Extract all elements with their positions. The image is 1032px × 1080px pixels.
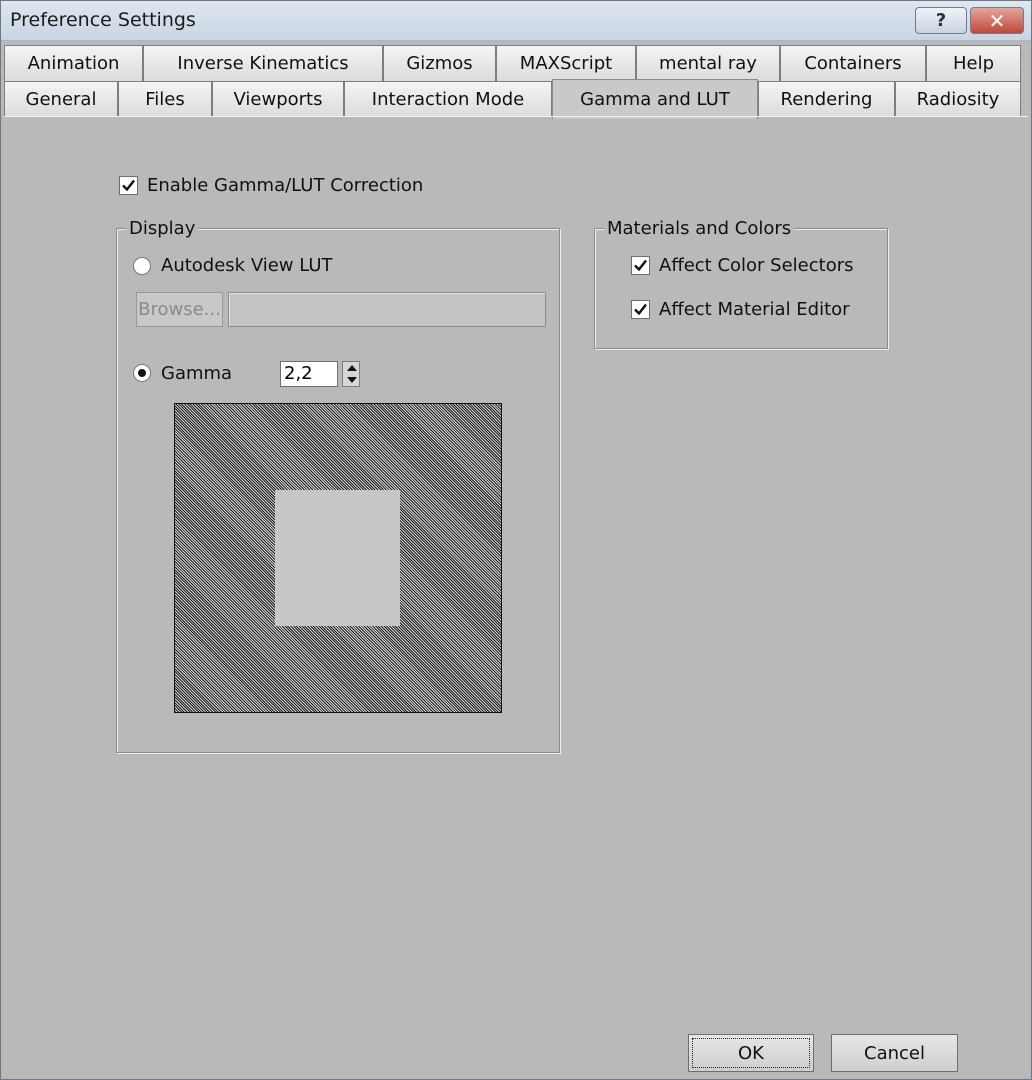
materials-colors-legend: Materials and Colors [604,218,795,239]
tab-viewports[interactable]: Viewports [212,81,344,117]
tab-inverse-kinematics[interactable]: Inverse Kinematics [143,45,383,81]
checkmark-icon [634,259,647,272]
tab-gizmos[interactable]: Gizmos [383,45,496,81]
tab-maxscript[interactable]: MAXScript [496,45,636,81]
cancel-button[interactable]: Cancel [831,1034,958,1072]
autodesk-view-lut-radio[interactable] [133,257,151,275]
tab-general[interactable]: General [4,81,118,117]
tab-rendering[interactable]: Rendering [758,81,895,117]
tab-divider [4,116,1028,117]
tab-mental-ray[interactable]: mental ray [636,45,780,81]
enable-gamma-lut-checkbox[interactable] [119,176,138,195]
autodesk-view-lut-label: Autodesk View LUT [161,255,333,276]
tab-containers[interactable]: Containers [780,45,926,81]
gamma-preview-pattern [174,403,502,713]
enable-gamma-lut-label: Enable Gamma/LUT Correction [147,175,424,196]
window-title: Preference Settings [10,9,196,31]
checkmark-icon [634,303,647,316]
lut-path-field[interactable] [228,292,546,327]
tab-gamma-and-lut[interactable]: Gamma and LUT [552,79,758,119]
tab-animation[interactable]: Animation [4,45,143,81]
affect-material-editor-checkbox[interactable] [631,300,650,319]
tab-help[interactable]: Help [926,45,1021,81]
gamma-value-input[interactable]: 2,2 [280,361,338,387]
preference-settings-window: Preference Settings ? ✕ Animation Invers… [0,0,1032,1080]
arrow-down-icon[interactable] [347,377,357,383]
checkmark-icon [122,179,135,192]
help-button[interactable]: ? [915,7,967,34]
gamma-preview-inner-square [275,490,400,626]
close-icon: ✕ [988,8,1006,33]
tab-radiosity[interactable]: Radiosity [895,81,1021,117]
display-legend: Display [126,218,199,239]
gamma-label: Gamma [161,363,233,384]
close-button[interactable]: ✕ [970,7,1024,34]
gamma-spinner[interactable] [342,361,360,387]
radio-selected-dot [138,369,146,377]
tab-files[interactable]: Files [118,81,212,117]
affect-color-selectors-label: Affect Color Selectors [659,255,854,276]
materials-colors-groupbox [594,228,888,349]
ok-button[interactable]: OK [688,1034,814,1072]
arrow-up-icon[interactable] [347,365,357,371]
title-bar: Preference Settings ? ✕ [1,1,1031,41]
affect-color-selectors-checkbox[interactable] [631,256,650,275]
affect-material-editor-label: Affect Material Editor [659,299,850,320]
browse-button[interactable]: Browse... [136,292,223,327]
question-icon: ? [935,10,947,31]
tab-interaction-mode[interactable]: Interaction Mode [344,81,552,117]
gamma-radio[interactable] [133,364,151,382]
